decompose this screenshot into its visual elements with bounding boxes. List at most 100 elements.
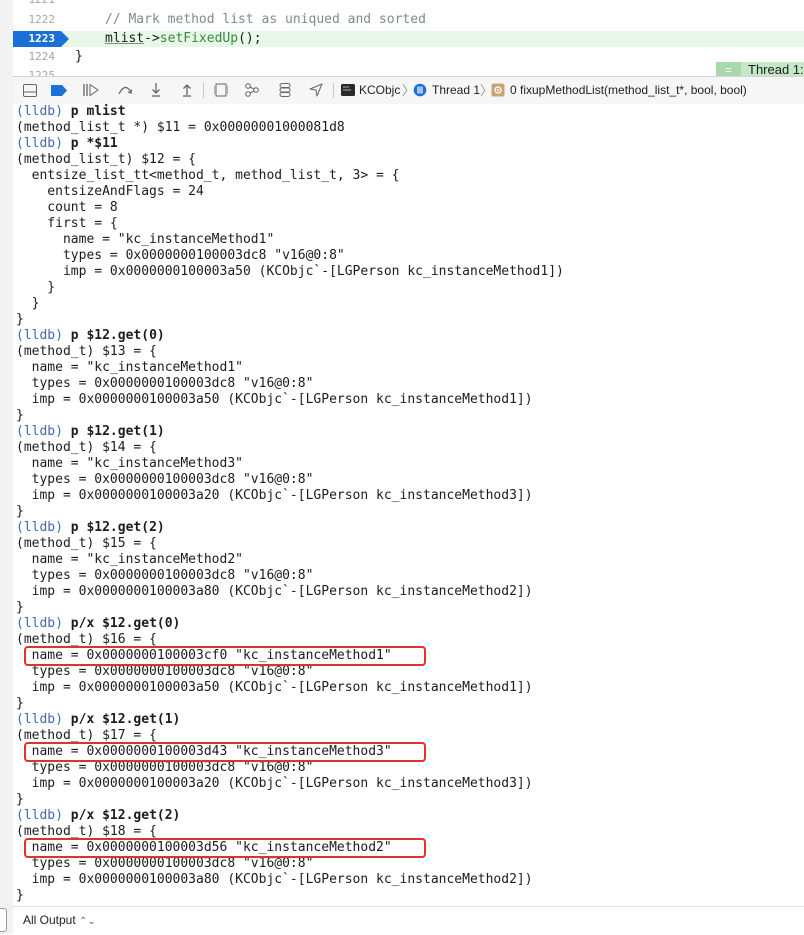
- console-output-line: (method_t) $15 = {: [16, 536, 157, 551]
- console-output-line: }: [16, 504, 24, 519]
- lldb-prompt: (lldb): [16, 520, 63, 535]
- console-command-line: (lldb) p *$11: [16, 136, 564, 152]
- console-output-line: types = 0x0000000100003dc8 "v16@0:8": [16, 248, 345, 263]
- left-panel-handle[interactable]: [0, 908, 7, 932]
- console-output-line: name = "kc_instanceMethod2": [16, 552, 243, 567]
- console-output-line: imp = 0x0000000100003a50 (KCObjc`-[LGPer…: [16, 392, 533, 407]
- lldb-command: p/x $12.get(1): [70, 712, 181, 727]
- console-output-line: imp = 0x0000000100003a80 (KCObjc`-[LGPer…: [16, 584, 533, 599]
- console-output-line: }: [16, 280, 56, 295]
- console-output-line: entsize_list_tt<method_t, method_list_t,…: [16, 168, 400, 183]
- debug-console[interactable]: (lldb) p mlist (method_list_t *) $11 = 0x…: [13, 104, 804, 906]
- lldb-prompt: (lldb): [16, 424, 63, 439]
- code-line: 1222 // Mark method list as uniqued and …: [13, 12, 804, 28]
- step-over-icon[interactable]: [117, 82, 133, 98]
- thread-icon: [412, 82, 428, 98]
- breadcrumb-target[interactable]: KCObjc: [359, 77, 400, 104]
- console-command-line: (lldb) p mlist: [16, 104, 564, 120]
- step-into-icon[interactable]: [148, 82, 164, 98]
- code-arrow: ->: [144, 31, 160, 46]
- code-variable: mlist: [105, 31, 145, 46]
- left-edge-strip: [0, 0, 14, 934]
- breadcrumb-frame[interactable]: 0 fixupMethodList(method_list_t*, bool, …: [510, 77, 747, 104]
- code-line: 1224 }: [13, 49, 804, 65]
- console-bottom-bar: All Output ⌃⌄: [13, 906, 804, 935]
- console-output-line: name = "kc_instanceMethod1": [16, 360, 243, 375]
- console-command-line: (lldb) p/x $12.get(0): [16, 616, 564, 632]
- console-output-line: }: [16, 888, 24, 903]
- console-output-line: types = 0x0000000100003dc8 "v16@0:8": [16, 568, 314, 583]
- console-output-line: }: [16, 792, 24, 807]
- up-down-chevron-icon: ⌃⌄: [79, 916, 96, 927]
- current-code-line: 1223 mlist->setFixedUp(); = Thread 1:: [13, 31, 804, 76]
- code-tail: ();: [238, 31, 262, 46]
- highlight-box: [24, 646, 426, 666]
- lldb-prompt: (lldb): [16, 616, 63, 631]
- code-comment: // Mark method list as uniqued and sorte…: [105, 12, 426, 27]
- lldb-prompt: (lldb): [16, 712, 63, 727]
- stack-frame-icon: [490, 82, 506, 98]
- lldb-command: p $12.get(2): [70, 520, 165, 535]
- code-line: 1221: [13, 0, 804, 8]
- console-output-line: imp = 0x0000000100003a20 (KCObjc`-[LGPer…: [16, 488, 533, 503]
- console-output-line: imp = 0x0000000100003a50 (KCObjc`-[LGPer…: [16, 264, 564, 279]
- console-output-line: (method_list_t *) $11 = 0x00000001000081…: [16, 120, 345, 135]
- console-output-line: types = 0x0000000100003dc8 "v16@0:8": [16, 376, 314, 391]
- memory-graph-icon[interactable]: [244, 82, 260, 98]
- line-number: 1223: [28, 32, 56, 45]
- lldb-command: p/x $12.get(2): [70, 808, 181, 823]
- target-app-icon: [340, 82, 356, 98]
- lldb-prompt: (lldb): [16, 136, 63, 151]
- code-brace: }: [75, 49, 83, 64]
- lldb-command: p mlist: [70, 104, 126, 119]
- console-output-line: (method_t) $13 = {: [16, 344, 157, 359]
- breakpoints-icon[interactable]: [51, 82, 67, 98]
- debug-toolbar: KCObjc 〉 Thread 1 〉 0 fixupMethodList(me…: [13, 76, 804, 105]
- lldb-command: p $12.get(1): [70, 424, 165, 439]
- console-output-line: count = 8: [16, 200, 118, 215]
- console-output-line: types = 0x0000000100003dc8 "v16@0:8": [16, 472, 314, 487]
- console-output-line: name = "kc_instanceMethod1": [16, 232, 275, 247]
- console-output-line: (method_list_t) $12 = {: [16, 152, 197, 167]
- output-filter-label: All Output: [23, 913, 76, 927]
- lldb-command: p *$11: [70, 136, 118, 151]
- lldb-prompt: (lldb): [16, 328, 63, 343]
- console-output-line: }: [16, 312, 24, 327]
- code-line: 1225: [13, 68, 804, 76]
- console-output-line: entsizeAndFlags = 24: [16, 184, 204, 199]
- view-hierarchy-icon[interactable]: [213, 82, 229, 98]
- current-line-marker[interactable]: 1223: [13, 31, 69, 47]
- lldb-command: p $12.get(0): [70, 328, 165, 343]
- toolbar-divider: [203, 83, 204, 98]
- console-command-line: (lldb) p $12.get(2): [16, 520, 564, 536]
- console-output-line: imp = 0x0000000100003a50 (KCObjc`-[LGPer…: [16, 680, 533, 695]
- continue-icon[interactable]: [83, 82, 99, 98]
- console-output-line: types = 0x0000000100003dc8 "v16@0:8": [16, 856, 314, 871]
- line-number: 1225: [28, 69, 56, 76]
- console-output-line: name = "kc_instanceMethod3": [16, 456, 243, 471]
- console-output-line: }: [16, 296, 40, 311]
- simulate-location-icon[interactable]: [308, 82, 324, 98]
- highlight-box: [24, 742, 426, 762]
- code-method-call: setFixedUp: [159, 31, 239, 46]
- breadcrumb-thread[interactable]: Thread 1: [432, 77, 480, 104]
- console-command-line: (lldb) p/x $12.get(2): [16, 808, 564, 824]
- console-command-line: (lldb) p $12.get(0): [16, 328, 564, 344]
- console-output-line: }: [16, 408, 24, 423]
- console-output-line: types = 0x0000000100003dc8 "v16@0:8": [16, 760, 314, 775]
- lldb-prompt: (lldb): [16, 808, 63, 823]
- console-output-line: imp = 0x0000000100003a20 (KCObjc`-[LGPer…: [16, 776, 533, 791]
- line-number: 1222: [28, 13, 56, 26]
- output-filter-select[interactable]: All Output ⌃⌄: [23, 913, 96, 927]
- hide-console-icon[interactable]: [22, 82, 38, 98]
- line-number: 1221: [13, 0, 56, 8]
- console-output-line: }: [16, 600, 24, 615]
- console-output-line: (method_t) $14 = {: [16, 440, 157, 455]
- environment-overrides-icon[interactable]: [277, 82, 293, 98]
- step-out-icon[interactable]: [179, 82, 195, 98]
- console-output: (lldb) p mlist (method_list_t *) $11 = 0x…: [16, 104, 564, 904]
- highlight-box: [24, 838, 426, 858]
- console-output-line: }: [16, 696, 24, 711]
- console-command-line: (lldb) p $12.get(1): [16, 424, 564, 440]
- source-editor: 1221 1222 // Mark method list as uniqued…: [13, 0, 804, 76]
